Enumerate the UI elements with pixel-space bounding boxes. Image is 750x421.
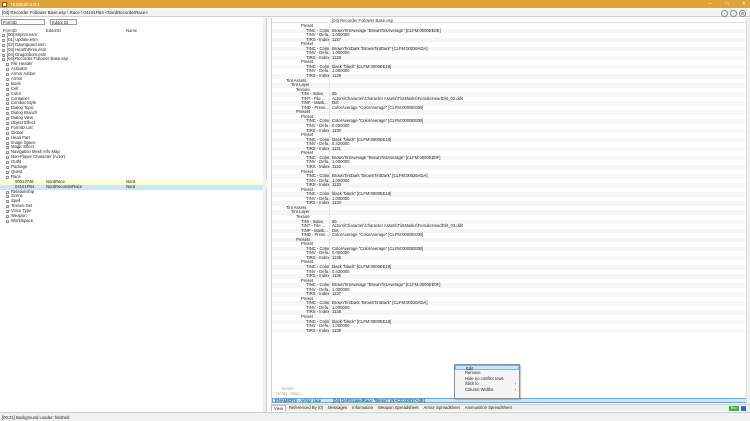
expand-toggle-icon[interactable]: + bbox=[6, 92, 9, 96]
window-controls: – □ ✕ bbox=[706, 0, 748, 8]
maximize-button[interactable]: □ bbox=[723, 1, 731, 7]
selected-field-value: [04] DARScaledRace "Breton" [RACE:00037A… bbox=[333, 398, 425, 403]
left-scrollbar[interactable] bbox=[263, 18, 266, 412]
record-field-row[interactable]: TIRS - Index 1139 bbox=[272, 327, 747, 334]
expand-toggle-icon[interactable]: + bbox=[6, 166, 9, 170]
run-button[interactable]: Run bbox=[729, 406, 739, 411]
expand-toggle-icon[interactable]: + bbox=[6, 131, 9, 135]
record-tree: + [00] Skyrim.esm + [01] Update.esm + [02] Da… bbox=[0, 32, 267, 224]
record-field-key: TIRS - Index bbox=[306, 327, 330, 333]
expand-toggle-icon[interactable]: + bbox=[6, 190, 9, 194]
expand-toggle-icon[interactable]: + bbox=[6, 146, 9, 150]
info-icon[interactable] bbox=[741, 406, 746, 411]
expand-toggle-icon[interactable]: + bbox=[6, 200, 9, 204]
expand-toggle-icon[interactable]: + bbox=[6, 126, 9, 130]
expand-toggle-icon[interactable]: + bbox=[6, 195, 9, 199]
expand-toggle-icon[interactable]: + bbox=[2, 43, 5, 47]
expand-toggle-icon[interactable]: + bbox=[6, 205, 9, 209]
expand-toggle-icon[interactable]: + bbox=[6, 112, 9, 116]
expand-toggle-icon[interactable]: + bbox=[6, 156, 9, 160]
expand-toggle-icon[interactable]: + bbox=[6, 170, 9, 174]
bottom-tab-bar: View Referenced By (0) Messages Informat… bbox=[271, 404, 750, 411]
expand-toggle-icon[interactable]: + bbox=[6, 107, 9, 111]
tree-row[interactable]: + Worldspace bbox=[0, 217, 267, 224]
record-view-pane: [04] Recorder Follower Base.esp Preset TI… bbox=[271, 18, 750, 404]
close-button[interactable]: ✕ bbox=[740, 1, 748, 7]
selected-field-key: ENAM/ERS - Armor race bbox=[275, 398, 322, 403]
tab-view[interactable]: View bbox=[271, 405, 287, 411]
expand-toggle-icon[interactable]: + bbox=[6, 87, 9, 91]
expand-toggle-icon[interactable]: + bbox=[6, 97, 9, 101]
filter-bar: FormID Editor ID bbox=[1, 19, 77, 25]
right-scrollbar[interactable] bbox=[746, 18, 750, 404]
tab-referenced-by[interactable]: Referenced By (0) bbox=[287, 405, 325, 411]
expand-toggle-icon[interactable]: + bbox=[6, 210, 9, 214]
gear-icon[interactable]: ⚙ bbox=[739, 9, 746, 17]
expand-toggle-icon[interactable]: + bbox=[6, 214, 9, 218]
tab-information[interactable]: Information bbox=[350, 405, 375, 411]
record-path: [04] Recorder Follower Base.esp \ Race \… bbox=[2, 10, 148, 15]
nav-buttons: ‹ › ⚙ bbox=[721, 9, 746, 17]
record-view-header: [04] Recorder Follower Base.esp bbox=[272, 18, 750, 23]
expand-toggle-icon[interactable]: + bbox=[6, 73, 9, 77]
expand-toggle-icon[interactable]: + bbox=[2, 48, 5, 52]
expand-toggle-icon[interactable]: + bbox=[6, 141, 9, 145]
expand-toggle-icon[interactable]: + bbox=[2, 53, 5, 57]
expand-toggle-icon[interactable]: + bbox=[6, 151, 9, 155]
expand-toggle-icon[interactable]: + bbox=[6, 63, 9, 67]
back-icon[interactable]: ‹ bbox=[721, 9, 728, 17]
expand-toggle-icon[interactable]: + bbox=[6, 68, 9, 72]
expand-toggle-icon[interactable]: + bbox=[6, 102, 9, 106]
forward-icon[interactable]: › bbox=[730, 9, 737, 17]
editorid-filter-input[interactable]: Editor ID bbox=[50, 19, 77, 25]
tab-armor-spreadsheet[interactable]: Armor Spreadsheet bbox=[421, 405, 461, 411]
submenu-arrow-icon: › bbox=[514, 386, 516, 392]
expand-toggle-icon[interactable]: − bbox=[2, 58, 5, 62]
expand-toggle-icon[interactable]: + bbox=[2, 34, 5, 38]
expand-toggle-icon[interactable]: + bbox=[6, 78, 9, 82]
expand-toggle-icon[interactable]: − bbox=[6, 175, 9, 179]
minimize-button[interactable]: – bbox=[706, 1, 714, 7]
tab-bar-controls: Run bbox=[729, 406, 746, 411]
status-bar: [00:21] Background Loader: finished bbox=[0, 412, 750, 421]
expand-toggle-icon[interactable]: + bbox=[6, 161, 9, 165]
plugin-column-header: [04] Recorder Follower Base.esp bbox=[332, 18, 393, 23]
nam1-row: NAM1 - Mod... bbox=[276, 391, 303, 396]
expand-toggle-icon[interactable]: + bbox=[2, 38, 5, 42]
formid-filter-input[interactable]: FormID bbox=[1, 19, 45, 25]
title-bar: TES5Edit 4.0.4 – □ ✕ bbox=[0, 0, 750, 8]
expand-toggle-icon[interactable]: + bbox=[6, 122, 9, 126]
expand-toggle-icon[interactable]: + bbox=[6, 117, 9, 121]
context-menu: Edit Remove Hide no conflict rows Stick … bbox=[454, 364, 520, 399]
tab-messages[interactable]: Messages bbox=[326, 405, 349, 411]
status-message: [00:21] Background Loader: finished bbox=[2, 414, 70, 420]
menu-item-column-widths[interactable]: Column Widths › bbox=[455, 387, 519, 392]
window-title: TES5Edit 4.0.4 bbox=[10, 1, 40, 7]
record-fields: Preset TINC - Color BrownTintAverage "Brow… bbox=[272, 23, 747, 334]
expand-toggle-icon[interactable]: + bbox=[6, 219, 9, 223]
tab-weapon-spreadsheet[interactable]: Weapon Spreadsheet bbox=[376, 405, 420, 411]
record-field-value: 1139 bbox=[332, 327, 342, 333]
record-path-bar: [04] Recorder Follower Base.esp \ Race \… bbox=[0, 9, 750, 17]
expand-toggle-icon[interactable]: + bbox=[6, 82, 9, 86]
column-divider bbox=[329, 328, 330, 334]
app-icon bbox=[2, 1, 7, 7]
expand-toggle-icon[interactable]: + bbox=[6, 136, 9, 140]
tree-row-label: Worldspace bbox=[11, 217, 34, 223]
tab-ammunition-spreadsheet[interactable]: Ammunition Spreadsheet bbox=[463, 405, 514, 411]
navigation-pane: FormID Editor ID FormID EditorID Name +[… bbox=[0, 18, 267, 412]
